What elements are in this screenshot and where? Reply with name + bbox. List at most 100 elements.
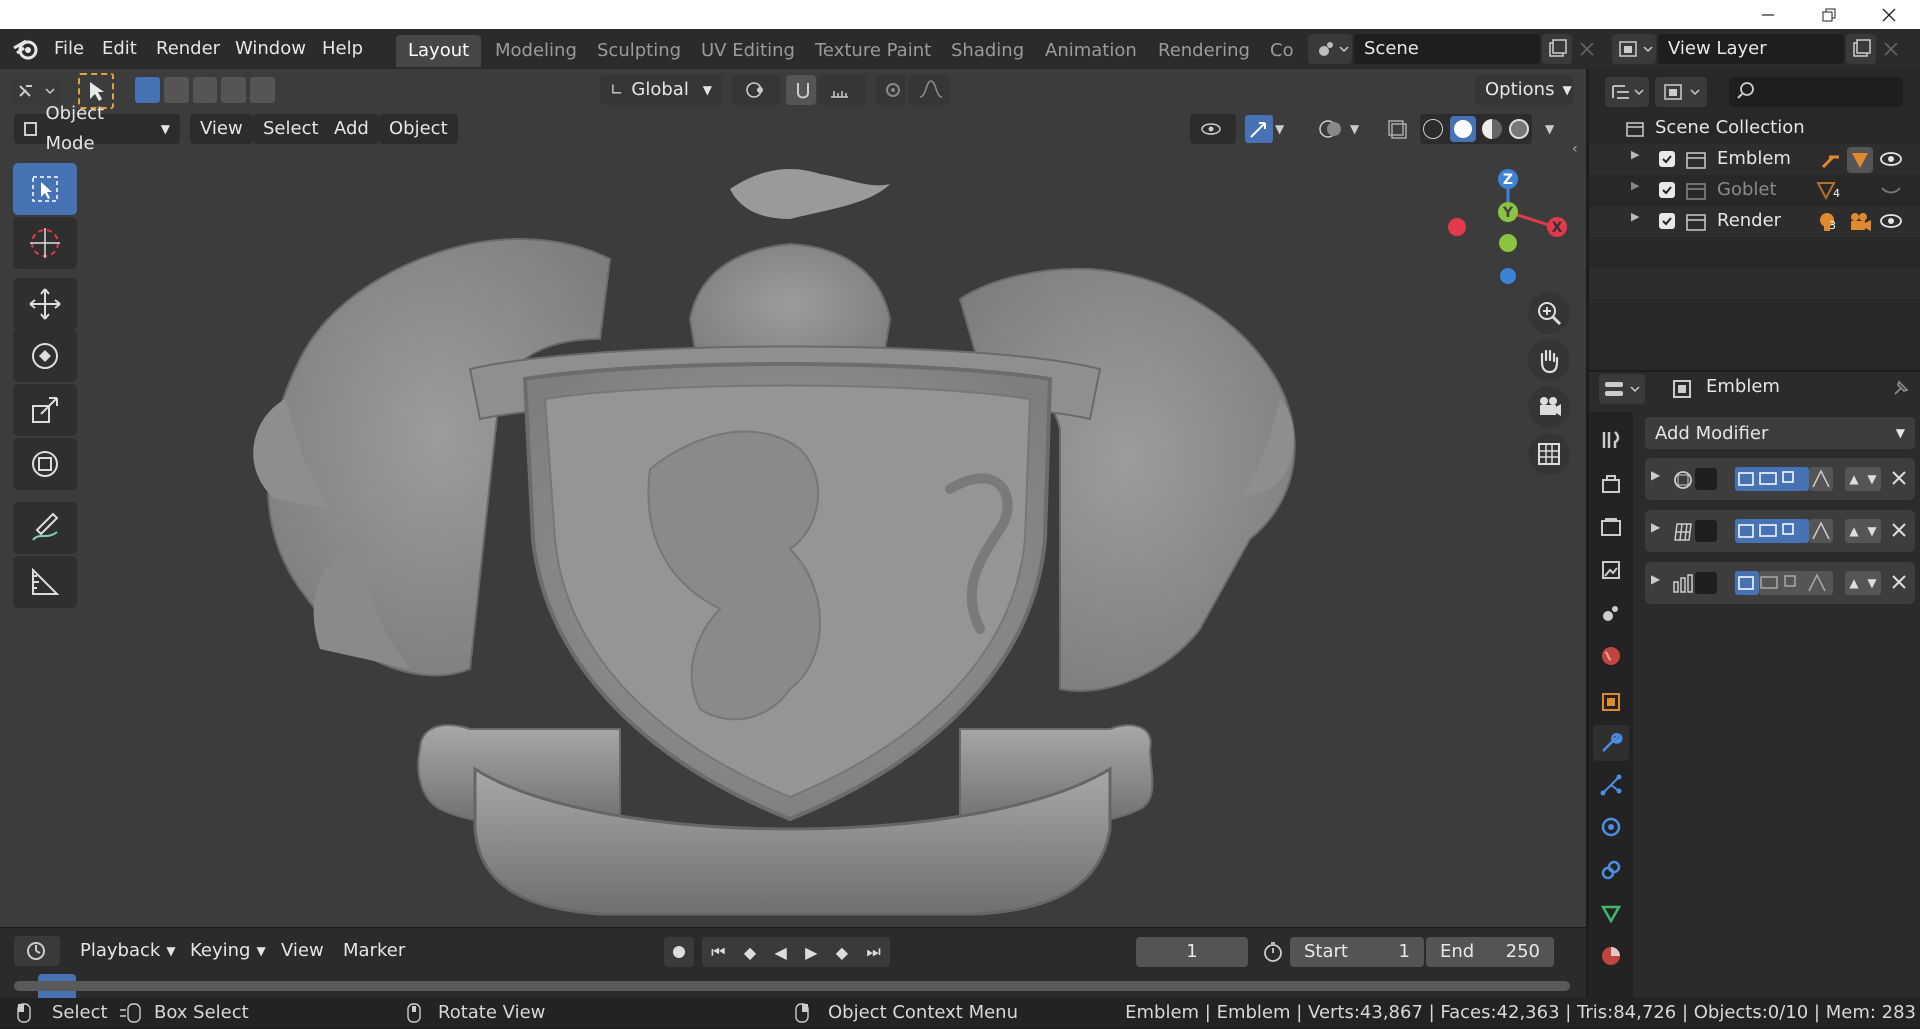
blender-logo-icon[interactable] (12, 36, 40, 67)
new-view-layer-icon[interactable] (1846, 34, 1876, 64)
exclude-checkbox[interactable] (1659, 213, 1675, 229)
object-tab-icon[interactable] (1593, 684, 1629, 720)
scene-tab-icon[interactable] (1593, 595, 1629, 631)
timeline-scrollbar[interactable] (14, 981, 1570, 991)
view-menu[interactable]: View (190, 114, 253, 144)
view-layer-icon[interactable] (1612, 34, 1656, 64)
expand-chevron-icon[interactable]: ▶ (1651, 520, 1660, 534)
measure-tool[interactable] (13, 556, 77, 608)
select-box-tool[interactable] (13, 163, 77, 215)
options-dropdown[interactable]: Options ▼ (1475, 75, 1573, 105)
mode-extend-icon[interactable] (163, 77, 189, 103)
gizmo-dropdown-chevron-icon[interactable]: ▼ (1275, 115, 1297, 143)
tab-compositing[interactable]: Co (1258, 35, 1300, 67)
pan-hand-icon[interactable] (1528, 339, 1570, 381)
outliner-row-emblem[interactable]: ▶ Emblem (1589, 144, 1920, 175)
move-tool[interactable] (13, 278, 77, 330)
eye-visible-icon[interactable] (1879, 149, 1903, 174)
proportional-falloff-icon[interactable] (908, 75, 950, 105)
visibility-eye-icon[interactable] (1190, 114, 1236, 144)
expand-chevron-icon[interactable]: ▶ (1651, 468, 1660, 482)
scene-collection-row[interactable]: Scene Collection (1589, 113, 1920, 144)
add-menu[interactable]: Add (324, 114, 379, 144)
new-scene-icon[interactable] (1542, 34, 1572, 64)
outliner-row-goblet[interactable]: ▶ Goblet 4 (1589, 175, 1920, 206)
expand-chevron-icon[interactable]: ▶ (1651, 572, 1660, 586)
outliner-search-input[interactable] (1729, 77, 1903, 107)
delete-view-layer-icon[interactable] (1878, 34, 1904, 64)
move-down-icon[interactable]: ▼ (1867, 524, 1876, 538)
on-cage-toggle-icon[interactable] (1809, 467, 1833, 491)
select-menu[interactable]: Select (253, 114, 329, 144)
jump-end-icon[interactable]: ⏭ (866, 942, 880, 962)
minimize-button[interactable] (1745, 0, 1791, 29)
rotate-tool[interactable] (13, 330, 77, 382)
modifier-name-field[interactable] (1695, 468, 1717, 490)
material-shading-icon[interactable] (1482, 119, 1503, 139)
modifier-decimate[interactable]: ▶ ▲ ▼ (1645, 562, 1915, 604)
start-frame-field[interactable]: Start 1 (1290, 937, 1424, 967)
exclude-checkbox[interactable] (1659, 151, 1675, 167)
modifier-move-arrows[interactable]: ▲ ▼ (1845, 467, 1881, 491)
tab-rendering[interactable]: Rendering (1146, 35, 1262, 67)
remove-modifier-icon[interactable] (1889, 520, 1909, 545)
view-layer-tab-icon[interactable] (1593, 552, 1629, 588)
display-mode-icon[interactable] (1655, 77, 1707, 107)
view-layer-field[interactable]: View Layer (1658, 34, 1844, 64)
gizmo-toggle-icon[interactable] (1245, 115, 1273, 143)
move-down-icon[interactable]: ▼ (1867, 472, 1876, 486)
tool-settings-tab-icon[interactable] (1593, 422, 1629, 458)
particles-tab-icon[interactable] (1593, 767, 1629, 803)
solid-shading-icon[interactable] (1449, 116, 1476, 142)
preview-range-stopwatch-icon[interactable] (1258, 937, 1288, 967)
play-icon[interactable]: ▶ (805, 943, 817, 962)
remove-modifier-icon[interactable] (1889, 572, 1909, 597)
3d-viewport[interactable] (0, 69, 1586, 927)
scene-name-field[interactable]: Scene (1354, 34, 1540, 64)
navigation-gizmo[interactable]: Z Y X (1440, 165, 1580, 290)
sidebar-toggle-chevron-icon[interactable]: ‹ (1572, 141, 1584, 161)
object-data-tab-icon[interactable] (1593, 895, 1629, 931)
close-window-button[interactable] (1866, 0, 1912, 29)
annotate-tool[interactable] (13, 502, 77, 554)
tab-shading[interactable]: Shading (939, 35, 1036, 67)
move-up-icon[interactable]: ▲ (1849, 576, 1858, 590)
render-tab-icon[interactable] (1593, 466, 1629, 502)
transform-tool[interactable] (13, 438, 77, 490)
xray-toggle-icon[interactable] (1383, 115, 1411, 143)
current-frame-field[interactable]: 1 (1136, 937, 1248, 967)
timeline-view-menu[interactable]: View (271, 936, 334, 966)
object-menu[interactable]: Object (379, 114, 458, 144)
zoom-icon[interactable] (1528, 292, 1570, 334)
exclude-checkbox[interactable] (1659, 182, 1675, 198)
marker-menu[interactable]: Marker (333, 936, 416, 966)
constraints-tab-icon[interactable] (1593, 852, 1629, 888)
menu-window[interactable]: Window (235, 29, 306, 69)
tab-uv-editing[interactable]: UV Editing (689, 35, 807, 67)
outliner-row-render[interactable]: ▶ Render 3 (1589, 206, 1920, 237)
expand-chevron-icon[interactable]: ▶ (1631, 210, 1639, 223)
move-up-icon[interactable]: ▲ (1849, 472, 1858, 486)
tab-animation[interactable]: Animation (1033, 35, 1149, 67)
delete-scene-icon[interactable] (1574, 34, 1600, 64)
record-icon[interactable] (664, 937, 694, 967)
expand-chevron-icon[interactable]: ▶ (1631, 148, 1639, 161)
properties-editor-icon[interactable] (1599, 374, 1645, 404)
modifier-subdivision[interactable]: ▶ ▲ ▼ (1645, 458, 1915, 500)
prev-keyframe-icon[interactable]: ◆ (744, 943, 756, 962)
keying-menu[interactable]: Keying ▼ (180, 936, 268, 966)
material-tab-icon[interactable] (1593, 938, 1629, 974)
eye-visible-icon[interactable] (1879, 211, 1903, 236)
mode-intersect-icon[interactable] (250, 77, 275, 103)
scene-selector-icon[interactable] (1308, 34, 1352, 64)
tab-texture-paint[interactable]: Texture Paint (803, 35, 943, 67)
scale-tool[interactable] (13, 384, 77, 436)
overlays-icon[interactable] (1316, 115, 1346, 143)
cursor-tool[interactable] (13, 217, 77, 269)
output-tab-icon[interactable] (1593, 509, 1629, 545)
camera-view-icon[interactable] (1528, 386, 1570, 428)
modifier-name-field[interactable] (1695, 520, 1717, 542)
tab-modeling[interactable]: Modeling (483, 35, 589, 67)
modifier-visibility-toggles[interactable] (1735, 519, 1809, 543)
proportional-edit-icon[interactable] (876, 75, 906, 105)
